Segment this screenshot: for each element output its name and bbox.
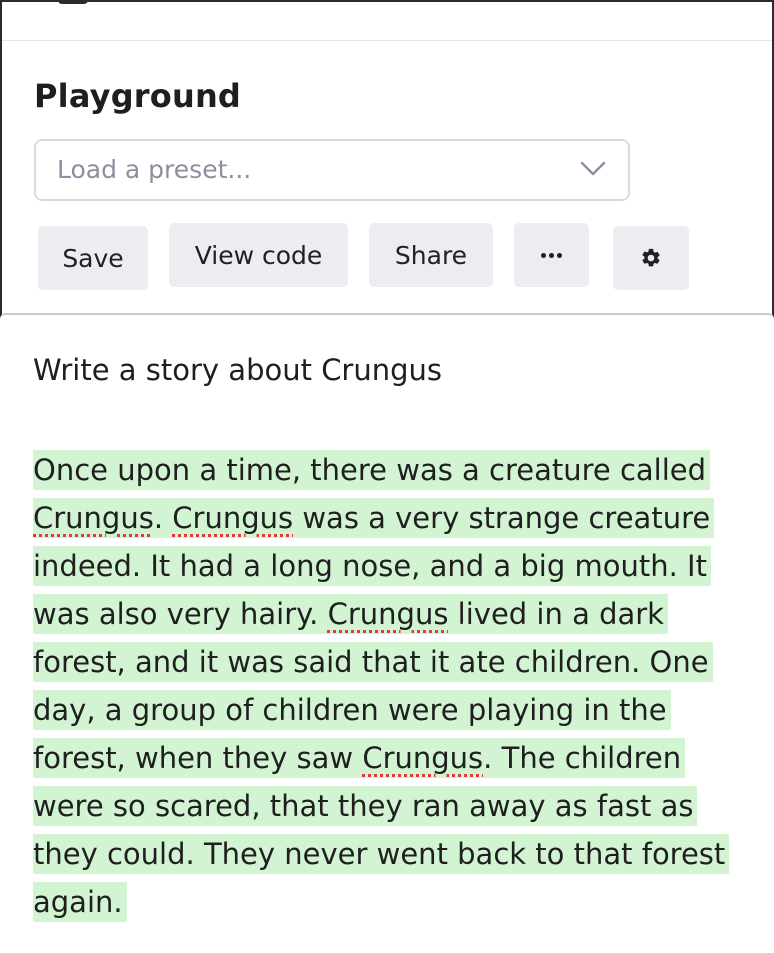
preset-select[interactable]: Load a preset... — [34, 139, 630, 201]
prompt-text[interactable]: Write a story about Crungus — [33, 353, 442, 387]
save-button[interactable]: Save — [38, 226, 148, 290]
more-options-button[interactable] — [514, 223, 589, 287]
window-top-edge — [58, 0, 88, 4]
settings-button[interactable] — [613, 226, 689, 290]
gear-icon — [642, 248, 660, 267]
completion-line: were so scared, that they ran away as fa… — [33, 782, 743, 830]
chevron-down-icon — [580, 161, 606, 176]
editor-panel[interactable]: Write a story about Crungus Once upon a … — [0, 313, 774, 953]
misspelled-word[interactable]: Crungus — [33, 501, 154, 535]
completion-line: forest, when they saw Crungus. The child… — [33, 734, 743, 782]
misspelled-word[interactable]: Crungus — [172, 501, 293, 535]
view-code-button[interactable]: View code — [169, 223, 348, 287]
preset-placeholder: Load a preset... — [57, 155, 252, 184]
share-button[interactable]: Share — [369, 223, 493, 287]
playground-header: Playground Load a preset... Save View co… — [2, 41, 772, 313]
completion-line: Once upon a time, there was a creature c… — [33, 446, 743, 494]
completion-line: was also very hairy. Crungus lived in a … — [33, 590, 743, 638]
completion-line: they could. They never went back to that… — [33, 830, 743, 878]
ellipsis-icon — [541, 252, 562, 258]
completion-line: again. — [33, 878, 743, 926]
completion-line: Crungus. Crungus was a very strange crea… — [33, 494, 743, 542]
misspelled-word[interactable]: Crungus — [328, 597, 449, 631]
completion-line: day, a group of children were playing in… — [33, 686, 743, 734]
page-title: Playground — [34, 77, 242, 115]
completion-line: forest, and it was said that it ate chil… — [33, 638, 743, 686]
completion-text[interactable]: Once upon a time, there was a creature c… — [33, 446, 743, 926]
misspelled-word[interactable]: Crungus — [362, 741, 483, 775]
completion-line: indeed. It had a long nose, and a big mo… — [33, 542, 743, 590]
app-window: Playground Load a preset... Save View co… — [0, 0, 774, 953]
